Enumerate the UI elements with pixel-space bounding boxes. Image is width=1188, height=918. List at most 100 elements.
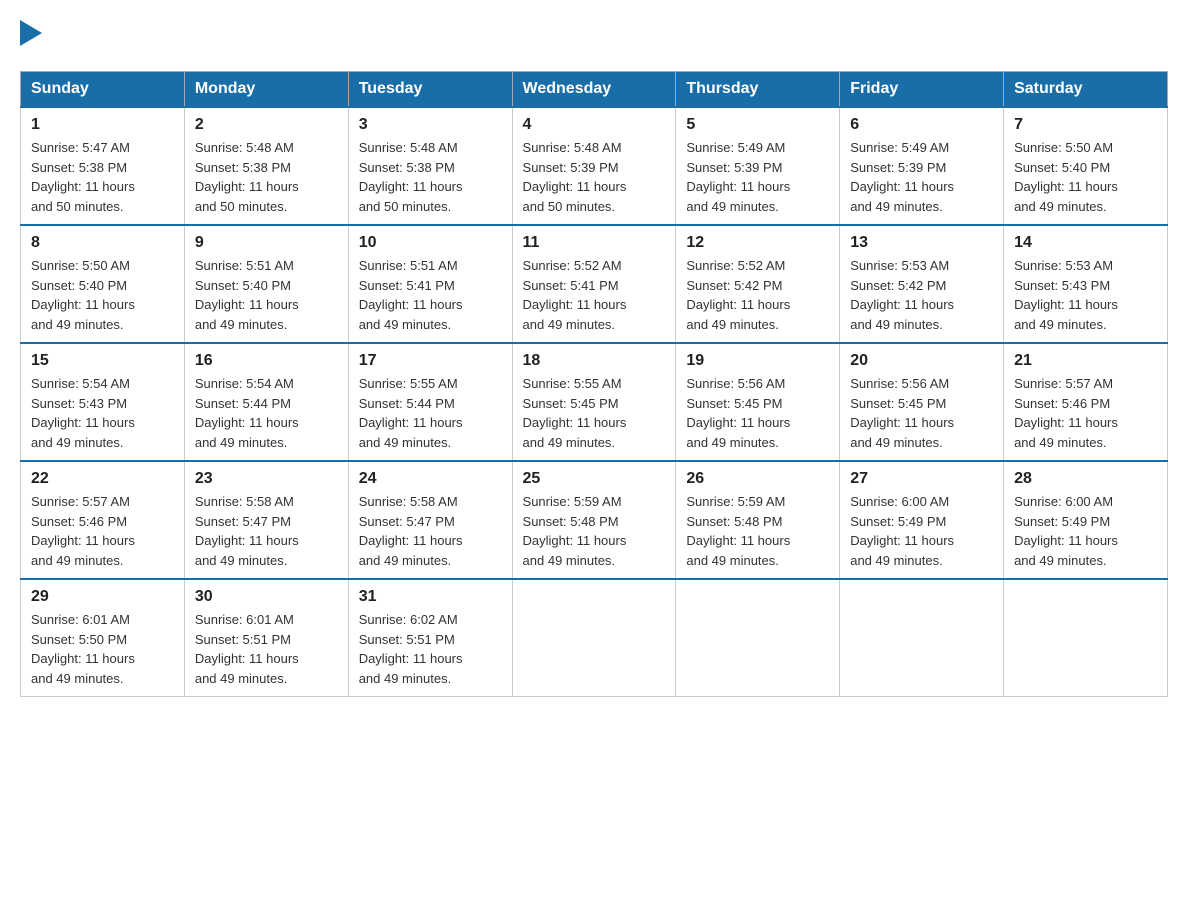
day-info: Sunrise: 5:52 AM Sunset: 5:41 PM Dayligh… <box>523 256 666 334</box>
calendar-cell: 14 Sunrise: 5:53 AM Sunset: 5:43 PM Dayl… <box>1004 225 1168 343</box>
day-info: Sunrise: 5:59 AM Sunset: 5:48 PM Dayligh… <box>523 492 666 570</box>
day-info: Sunrise: 5:59 AM Sunset: 5:48 PM Dayligh… <box>686 492 829 570</box>
day-info: Sunrise: 5:50 AM Sunset: 5:40 PM Dayligh… <box>1014 138 1157 216</box>
calendar-cell: 24 Sunrise: 5:58 AM Sunset: 5:47 PM Dayl… <box>348 461 512 579</box>
calendar-cell: 17 Sunrise: 5:55 AM Sunset: 5:44 PM Dayl… <box>348 343 512 461</box>
calendar-cell: 2 Sunrise: 5:48 AM Sunset: 5:38 PM Dayli… <box>184 107 348 225</box>
day-number: 6 <box>850 116 993 134</box>
calendar-cell: 22 Sunrise: 5:57 AM Sunset: 5:46 PM Dayl… <box>21 461 185 579</box>
day-info: Sunrise: 5:58 AM Sunset: 5:47 PM Dayligh… <box>195 492 338 570</box>
day-info: Sunrise: 5:52 AM Sunset: 5:42 PM Dayligh… <box>686 256 829 334</box>
calendar-week-4: 22 Sunrise: 5:57 AM Sunset: 5:46 PM Dayl… <box>21 461 1168 579</box>
calendar-week-3: 15 Sunrise: 5:54 AM Sunset: 5:43 PM Dayl… <box>21 343 1168 461</box>
calendar-cell <box>1004 579 1168 697</box>
header-wednesday: Wednesday <box>512 72 676 108</box>
calendar-cell: 19 Sunrise: 5:56 AM Sunset: 5:45 PM Dayl… <box>676 343 840 461</box>
calendar-cell: 26 Sunrise: 5:59 AM Sunset: 5:48 PM Dayl… <box>676 461 840 579</box>
day-number: 28 <box>1014 470 1157 488</box>
day-info: Sunrise: 6:02 AM Sunset: 5:51 PM Dayligh… <box>359 610 502 688</box>
calendar-cell: 11 Sunrise: 5:52 AM Sunset: 5:41 PM Dayl… <box>512 225 676 343</box>
day-number: 23 <box>195 470 338 488</box>
day-number: 2 <box>195 116 338 134</box>
logo <box>20 20 42 51</box>
day-info: Sunrise: 5:56 AM Sunset: 5:45 PM Dayligh… <box>850 374 993 452</box>
calendar-cell: 10 Sunrise: 5:51 AM Sunset: 5:41 PM Dayl… <box>348 225 512 343</box>
day-info: Sunrise: 5:49 AM Sunset: 5:39 PM Dayligh… <box>686 138 829 216</box>
day-number: 4 <box>523 116 666 134</box>
header-tuesday: Tuesday <box>348 72 512 108</box>
day-info: Sunrise: 5:47 AM Sunset: 5:38 PM Dayligh… <box>31 138 174 216</box>
day-info: Sunrise: 5:54 AM Sunset: 5:43 PM Dayligh… <box>31 374 174 452</box>
day-info: Sunrise: 5:50 AM Sunset: 5:40 PM Dayligh… <box>31 256 174 334</box>
calendar-cell: 28 Sunrise: 6:00 AM Sunset: 5:49 PM Dayl… <box>1004 461 1168 579</box>
day-info: Sunrise: 5:48 AM Sunset: 5:38 PM Dayligh… <box>195 138 338 216</box>
day-number: 3 <box>359 116 502 134</box>
day-number: 16 <box>195 352 338 370</box>
day-info: Sunrise: 6:01 AM Sunset: 5:50 PM Dayligh… <box>31 610 174 688</box>
calendar-cell: 20 Sunrise: 5:56 AM Sunset: 5:45 PM Dayl… <box>840 343 1004 461</box>
day-info: Sunrise: 5:57 AM Sunset: 5:46 PM Dayligh… <box>31 492 174 570</box>
day-info: Sunrise: 5:51 AM Sunset: 5:41 PM Dayligh… <box>359 256 502 334</box>
calendar-cell: 9 Sunrise: 5:51 AM Sunset: 5:40 PM Dayli… <box>184 225 348 343</box>
calendar-cell: 1 Sunrise: 5:47 AM Sunset: 5:38 PM Dayli… <box>21 107 185 225</box>
calendar-cell: 7 Sunrise: 5:50 AM Sunset: 5:40 PM Dayli… <box>1004 107 1168 225</box>
calendar-cell: 12 Sunrise: 5:52 AM Sunset: 5:42 PM Dayl… <box>676 225 840 343</box>
day-number: 22 <box>31 470 174 488</box>
header-monday: Monday <box>184 72 348 108</box>
calendar-cell: 13 Sunrise: 5:53 AM Sunset: 5:42 PM Dayl… <box>840 225 1004 343</box>
day-number: 7 <box>1014 116 1157 134</box>
day-info: Sunrise: 5:55 AM Sunset: 5:45 PM Dayligh… <box>523 374 666 452</box>
calendar-cell <box>676 579 840 697</box>
day-number: 18 <box>523 352 666 370</box>
day-number: 14 <box>1014 234 1157 252</box>
day-number: 5 <box>686 116 829 134</box>
header-friday: Friday <box>840 72 1004 108</box>
calendar-cell: 29 Sunrise: 6:01 AM Sunset: 5:50 PM Dayl… <box>21 579 185 697</box>
calendar-table: SundayMondayTuesdayWednesdayThursdayFrid… <box>20 71 1168 697</box>
day-info: Sunrise: 6:00 AM Sunset: 5:49 PM Dayligh… <box>1014 492 1157 570</box>
day-info: Sunrise: 6:01 AM Sunset: 5:51 PM Dayligh… <box>195 610 338 688</box>
day-info: Sunrise: 5:49 AM Sunset: 5:39 PM Dayligh… <box>850 138 993 216</box>
day-info: Sunrise: 5:48 AM Sunset: 5:38 PM Dayligh… <box>359 138 502 216</box>
calendar-cell: 4 Sunrise: 5:48 AM Sunset: 5:39 PM Dayli… <box>512 107 676 225</box>
calendar-cell: 15 Sunrise: 5:54 AM Sunset: 5:43 PM Dayl… <box>21 343 185 461</box>
day-number: 12 <box>686 234 829 252</box>
day-info: Sunrise: 5:54 AM Sunset: 5:44 PM Dayligh… <box>195 374 338 452</box>
day-number: 27 <box>850 470 993 488</box>
calendar-header-row: SundayMondayTuesdayWednesdayThursdayFrid… <box>21 72 1168 108</box>
day-number: 30 <box>195 588 338 606</box>
calendar-cell: 30 Sunrise: 6:01 AM Sunset: 5:51 PM Dayl… <box>184 579 348 697</box>
header-thursday: Thursday <box>676 72 840 108</box>
day-info: Sunrise: 5:57 AM Sunset: 5:46 PM Dayligh… <box>1014 374 1157 452</box>
calendar-cell: 31 Sunrise: 6:02 AM Sunset: 5:51 PM Dayl… <box>348 579 512 697</box>
page-header <box>20 20 1168 51</box>
day-info: Sunrise: 5:53 AM Sunset: 5:43 PM Dayligh… <box>1014 256 1157 334</box>
logo-triangle-icon <box>20 20 42 51</box>
calendar-week-5: 29 Sunrise: 6:01 AM Sunset: 5:50 PM Dayl… <box>21 579 1168 697</box>
day-number: 21 <box>1014 352 1157 370</box>
calendar-cell: 6 Sunrise: 5:49 AM Sunset: 5:39 PM Dayli… <box>840 107 1004 225</box>
calendar-cell: 18 Sunrise: 5:55 AM Sunset: 5:45 PM Dayl… <box>512 343 676 461</box>
day-number: 25 <box>523 470 666 488</box>
day-info: Sunrise: 5:53 AM Sunset: 5:42 PM Dayligh… <box>850 256 993 334</box>
day-info: Sunrise: 5:58 AM Sunset: 5:47 PM Dayligh… <box>359 492 502 570</box>
day-info: Sunrise: 5:51 AM Sunset: 5:40 PM Dayligh… <box>195 256 338 334</box>
calendar-cell: 16 Sunrise: 5:54 AM Sunset: 5:44 PM Dayl… <box>184 343 348 461</box>
day-number: 15 <box>31 352 174 370</box>
day-number: 17 <box>359 352 502 370</box>
day-number: 8 <box>31 234 174 252</box>
day-number: 9 <box>195 234 338 252</box>
calendar-cell: 21 Sunrise: 5:57 AM Sunset: 5:46 PM Dayl… <box>1004 343 1168 461</box>
day-number: 24 <box>359 470 502 488</box>
day-number: 11 <box>523 234 666 252</box>
calendar-cell <box>840 579 1004 697</box>
calendar-week-1: 1 Sunrise: 5:47 AM Sunset: 5:38 PM Dayli… <box>21 107 1168 225</box>
day-number: 19 <box>686 352 829 370</box>
day-info: Sunrise: 5:48 AM Sunset: 5:39 PM Dayligh… <box>523 138 666 216</box>
calendar-cell: 5 Sunrise: 5:49 AM Sunset: 5:39 PM Dayli… <box>676 107 840 225</box>
calendar-cell <box>512 579 676 697</box>
day-number: 1 <box>31 116 174 134</box>
day-info: Sunrise: 6:00 AM Sunset: 5:49 PM Dayligh… <box>850 492 993 570</box>
day-number: 26 <box>686 470 829 488</box>
calendar-cell: 3 Sunrise: 5:48 AM Sunset: 5:38 PM Dayli… <box>348 107 512 225</box>
